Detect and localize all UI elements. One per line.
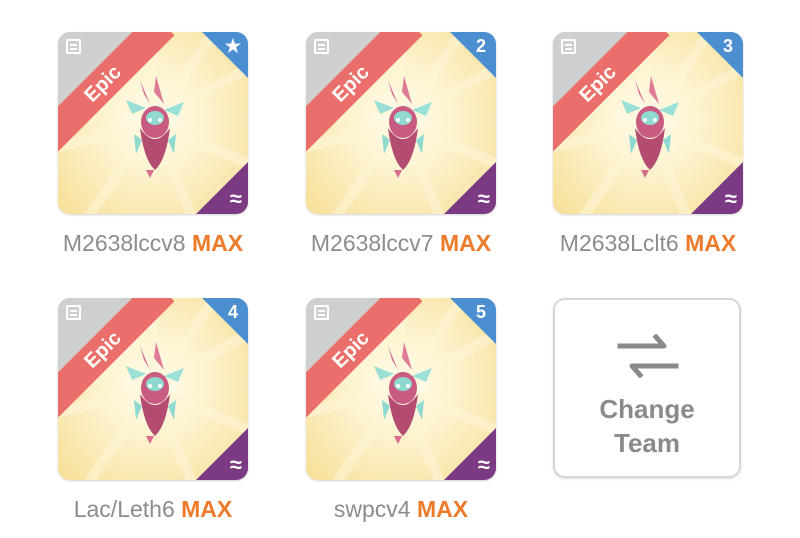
monster-name: Lac/Leth6 xyxy=(73,496,175,522)
change-team-line1: Change xyxy=(599,394,695,424)
monster-card[interactable]: Epic ★ ≈ xyxy=(58,32,248,214)
monster-name: M2638lccv8 xyxy=(62,230,186,256)
monster-caption: M2638Lclt6 MAX xyxy=(533,230,763,257)
notes-icon[interactable] xyxy=(66,39,81,54)
slot-number-badge: 4 xyxy=(227,302,238,322)
monster-name: swpcv4 xyxy=(333,496,411,522)
team-slot-5: Epic 5 ≈ swpcv4 MAX xyxy=(306,298,496,538)
team-slot-3: Epic 3 ≈ M2638Lclt6 MAX xyxy=(553,32,743,272)
monster-caption: swpcv4 MAX xyxy=(286,496,516,523)
star-icon: ★ xyxy=(224,36,242,56)
monster-level: MAX xyxy=(181,496,233,522)
notes-icon[interactable] xyxy=(66,305,81,320)
team-slot-4: Epic 4 ≈ Lac/Leth6 MAX xyxy=(58,298,248,538)
monster-card[interactable]: Epic 3 ≈ xyxy=(553,32,743,214)
element-wave-icon: ≈ xyxy=(229,186,242,211)
monster-card[interactable]: Epic 5 ≈ xyxy=(306,298,496,480)
element-wave-icon: ≈ xyxy=(229,452,242,477)
monster-level: MAX xyxy=(685,230,737,256)
notes-icon[interactable] xyxy=(314,39,329,54)
monster-card[interactable]: Epic 2 ≈ xyxy=(306,32,496,214)
monster-level: MAX xyxy=(416,496,469,522)
monster-caption: M2638lccv7 MAX xyxy=(286,230,516,257)
monster-name: M2638lccv7 xyxy=(310,230,434,256)
slot-number-badge: 2 xyxy=(475,36,486,56)
monster-level: MAX xyxy=(192,230,244,256)
notes-icon[interactable] xyxy=(561,39,576,54)
monster-caption: M2638lccv8 MAX xyxy=(38,230,268,257)
monster-caption: Lac/Leth6 MAX xyxy=(38,496,268,523)
change-team-label: Change Team xyxy=(555,392,739,460)
monster-level: MAX xyxy=(440,230,492,256)
element-wave-icon: ≈ xyxy=(477,452,490,477)
swap-arrows-icon xyxy=(617,334,679,378)
change-team-button[interactable]: Change Team xyxy=(553,298,741,478)
change-team-line2: Team xyxy=(614,428,680,458)
monster-name: M2638Lclt6 xyxy=(559,230,679,256)
team-slot-2: Epic 2 ≈ M2638lccv7 MAX xyxy=(306,32,496,272)
element-wave-icon: ≈ xyxy=(477,186,490,211)
notes-icon[interactable] xyxy=(314,305,329,320)
team-slot-1: Epic ★ ≈ M2638lccv8 MAX xyxy=(58,32,248,272)
slot-number-badge: 3 xyxy=(722,36,733,56)
monster-card[interactable]: Epic 4 ≈ xyxy=(58,298,248,480)
element-wave-icon: ≈ xyxy=(724,186,737,211)
slot-number-badge: 5 xyxy=(475,302,486,322)
